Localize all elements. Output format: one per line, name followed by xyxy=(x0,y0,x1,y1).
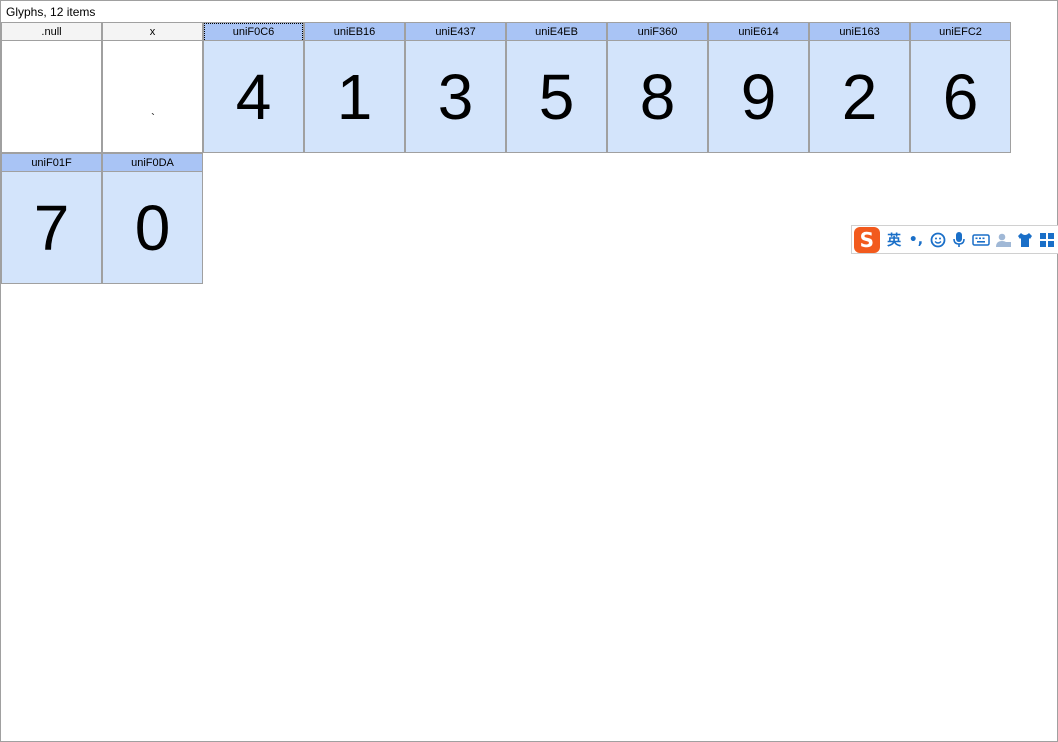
glyph-cell-uniEFC2[interactable]: uniEFC2 6 xyxy=(910,22,1011,153)
glyph-name: uniF0C6 xyxy=(204,23,303,41)
glyph-cell-null[interactable]: .null xyxy=(1,22,102,153)
glyph-char: 9 xyxy=(740,61,777,133)
glyph-preview: 8 xyxy=(608,41,707,152)
menu-grid-icon[interactable] xyxy=(1036,229,1057,251)
glyph-preview: 1 xyxy=(305,41,404,152)
skin-shirt-icon[interactable] xyxy=(1014,229,1035,251)
glyph-cell-uniE4EB[interactable]: uniE4EB 5 xyxy=(506,22,607,153)
glyph-name: uniEB16 xyxy=(305,23,404,41)
glyph-name: uniF0DA xyxy=(103,154,202,172)
keyboard-icon[interactable] xyxy=(971,229,992,251)
glyphs-window: Glyphs, 12 items .null x ` uniF0C6 4 uni… xyxy=(0,0,1058,742)
glyph-preview: 2 xyxy=(810,41,909,152)
glyph-cell-uniF0C6[interactable]: uniF0C6 4 xyxy=(203,22,304,153)
ime-toolbar[interactable]: S 英 •, xyxy=(851,225,1058,254)
glyph-cell-x[interactable]: x ` xyxy=(102,22,203,153)
glyph-preview: 6 xyxy=(911,41,1010,152)
glyph-cell-uniF360[interactable]: uniF360 8 xyxy=(607,22,708,153)
glyph-cell-uniE163[interactable]: uniE163 2 xyxy=(809,22,910,153)
glyph-preview: 5 xyxy=(507,41,606,152)
punctuation-toggle[interactable]: •, xyxy=(906,229,927,251)
glyph-char: ` xyxy=(151,111,155,125)
glyph-preview xyxy=(2,41,101,152)
glyph-char: 6 xyxy=(942,61,979,133)
glyph-preview: 9 xyxy=(709,41,808,152)
glyph-preview: 0 xyxy=(103,172,202,283)
glyph-name: uniF01F xyxy=(2,154,101,172)
glyph-preview: 4 xyxy=(204,41,303,152)
glyph-name: x xyxy=(103,23,202,41)
glyph-cell-uniF0DA[interactable]: uniF0DA 0 xyxy=(102,153,203,284)
glyph-preview: ` xyxy=(103,41,202,152)
glyph-char: 5 xyxy=(538,61,575,133)
emoji-icon[interactable] xyxy=(927,229,948,251)
glyph-char: 8 xyxy=(639,61,676,133)
window-title: Glyphs, 12 items xyxy=(6,5,96,19)
user-icon[interactable] xyxy=(993,229,1014,251)
glyph-char: 3 xyxy=(437,61,474,133)
glyph-char: 2 xyxy=(841,61,878,133)
logo-icon[interactable]: S xyxy=(854,226,880,253)
glyph-char: 7 xyxy=(33,192,70,264)
glyph-cell-uniE437[interactable]: uniE437 3 xyxy=(405,22,506,153)
glyph-name: .null xyxy=(2,23,101,41)
glyph-cell-uniE614[interactable]: uniE614 9 xyxy=(708,22,809,153)
glyph-preview: 7 xyxy=(2,172,101,283)
glyph-name: uniF360 xyxy=(608,23,707,41)
glyph-char: 4 xyxy=(235,61,272,133)
glyph-char: 1 xyxy=(336,61,373,133)
glyph-name: uniE437 xyxy=(406,23,505,41)
glyph-name: uniE4EB xyxy=(507,23,606,41)
glyph-char: 0 xyxy=(134,192,171,264)
language-toggle[interactable]: 英 xyxy=(884,229,905,251)
glyph-name: uniE614 xyxy=(709,23,808,41)
glyph-cell-uniF01F[interactable]: uniF01F 7 xyxy=(1,153,102,284)
glyph-name: uniEFC2 xyxy=(911,23,1010,41)
glyph-cell-uniEB16[interactable]: uniEB16 1 xyxy=(304,22,405,153)
glyph-preview: 3 xyxy=(406,41,505,152)
microphone-icon[interactable] xyxy=(949,229,970,251)
glyph-name: uniE163 xyxy=(810,23,909,41)
